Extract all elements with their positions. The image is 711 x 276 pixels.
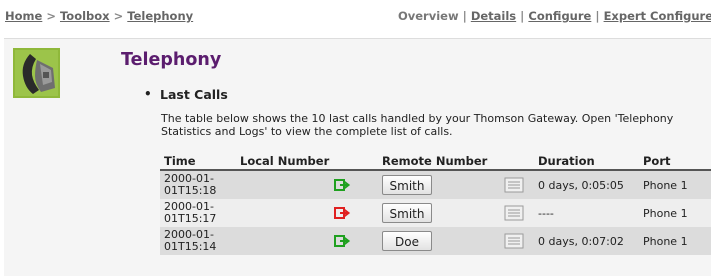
call-duration: ---- [534,199,639,227]
call-time: 2000-01- 01T15:18 [160,170,236,199]
section-description: The table below shows the 10 last calls … [161,112,674,138]
call-time: 2000-01- 01T15:17 [160,199,236,227]
table-header-row: Time Local Number Remote Number Duration… [160,152,711,171]
breadcrumb-separator: > [113,9,124,23]
call-time-clock: 01T15:18 [164,184,217,197]
green-arrow-icon [334,235,351,247]
local-number-cell [236,170,330,199]
phonebook-cell [500,170,534,199]
contact-button[interactable]: Smith [382,203,432,223]
contact-button[interactable]: Smith [382,175,432,195]
last-calls-table: Time Local Number Remote Number Duration… [160,152,711,255]
view-separator: | [462,9,467,23]
call-direction-cell [330,227,378,255]
column-header-remote-number: Remote Number [378,152,534,171]
column-header-duration: Duration [534,152,639,171]
phonebook-cell [500,227,534,255]
call-time-clock: 01T15:17 [164,212,217,225]
green-arrow-icon [334,179,351,191]
column-header-local-number: Local Number [236,152,378,171]
breadcrumb: Home > Toolbox > Telephony [5,9,193,23]
view-separator: | [595,9,600,23]
contact-button[interactable]: Doe [382,231,432,251]
column-header-port: Port [639,152,711,171]
phonebook-icon[interactable] [504,205,524,221]
call-direction-cell [330,170,378,199]
view-expert-configure-link[interactable]: Expert Configure [604,9,711,23]
view-configure-link[interactable]: Configure [528,9,591,23]
phonebook-icon[interactable] [504,177,524,193]
call-port: Phone 1 [639,170,711,199]
view-details-link[interactable]: Details [471,9,516,23]
breadcrumb-toolbox-link[interactable]: Toolbox [60,9,110,23]
table-row: 2000-01- 01T15:14 Doe 0 days, 0:07:02 Ph… [160,227,711,255]
section-title: Last Calls [160,87,228,102]
phonebook-cell [500,199,534,227]
phonebook-icon[interactable] [504,233,524,249]
call-time-clock: 01T15:14 [164,240,217,253]
bullet-icon: • [144,87,152,101]
view-mode-links: Overview | Details | Configure | Expert … [398,9,711,23]
column-header-time: Time [160,152,236,171]
view-separator: | [520,9,525,23]
telephony-phone-icon [13,48,60,98]
table-row: 2000-01- 01T15:18 Smith 0 days, 0:05:05 … [160,170,711,199]
breadcrumb-separator: > [46,9,56,23]
call-port: Phone 1 [639,227,711,255]
call-duration: 0 days, 0:05:05 [534,170,639,199]
call-duration: 0 days, 0:07:02 [534,227,639,255]
breadcrumb-telephony-link[interactable]: Telephony [127,9,193,23]
remote-number-cell: Doe [378,227,500,255]
red-arrow-icon [334,207,351,219]
call-time: 2000-01- 01T15:14 [160,227,236,255]
local-number-cell [236,227,330,255]
table-row: 2000-01- 01T15:17 Smith ---- Phone 1 [160,199,711,227]
remote-number-cell: Smith [378,170,500,199]
local-number-cell [236,199,330,227]
call-direction-cell [330,199,378,227]
page-title: Telephony [121,50,222,70]
remote-number-cell: Smith [378,199,500,227]
top-navigation-bar: Home > Toolbox > Telephony Overview | De… [0,0,711,28]
call-port: Phone 1 [639,199,711,227]
breadcrumb-home-link[interactable]: Home [5,9,42,23]
view-overview-current: Overview [397,9,459,23]
